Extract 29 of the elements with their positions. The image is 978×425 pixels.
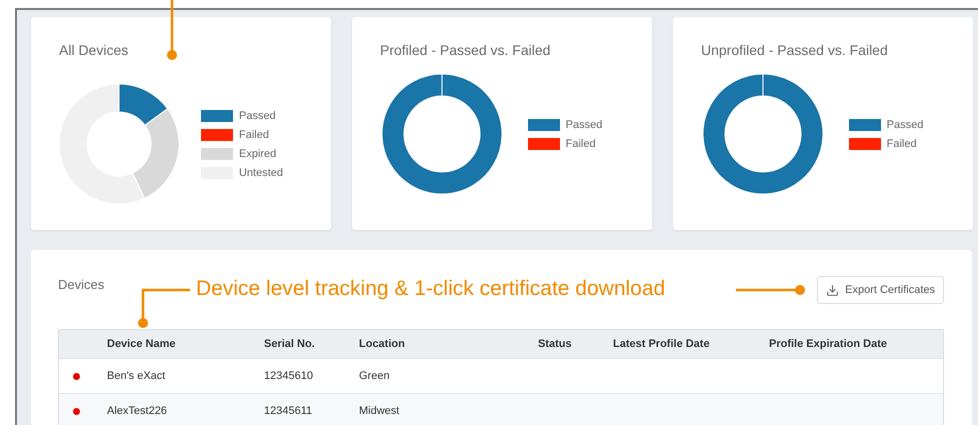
legend-label: Failed [566,138,596,150]
export-button[interactable]: Export Certificates [817,276,944,304]
chart-title: All Devices [59,42,130,58]
column-header[interactable]: Device Name [107,338,264,350]
table-cell-text: 12345610 [264,370,314,382]
download-icon [826,284,840,296]
table-cell-text: 12345611 [264,405,314,417]
callout-text: Device level tracking & 1-click certificate download [196,277,666,301]
column-header[interactable]: Serial No. [264,338,359,350]
column-header[interactable]: Location [359,338,538,350]
leader-line [736,284,806,296]
table-cell-text: AlexTest226 [107,405,168,417]
legend-label: Passed [566,118,602,130]
chart-title: Profiled - Passed vs. Failed [380,42,552,58]
legend-label: Untested [238,166,284,178]
column-header[interactable]: Status [538,338,613,350]
table-cell-text: Ben's eXact [107,370,166,382]
legend-label: Failed [238,128,269,140]
table-cell-text: Green [359,370,391,382]
section-title: Devices [58,276,104,292]
legend-label: Passed [886,118,924,130]
legend-label: Passed [238,110,276,122]
legend-label: Failed [886,138,917,150]
leader-line [166,0,178,62]
chart-title: Unprofiled - Passed vs. Failed [701,42,889,58]
legend-label: Expired [238,148,276,160]
table-cell-text: Midwest [359,405,400,417]
column-header[interactable]: Profile Expiration Date [769,338,943,350]
column-header[interactable]: Latest Profile Date [613,338,769,350]
